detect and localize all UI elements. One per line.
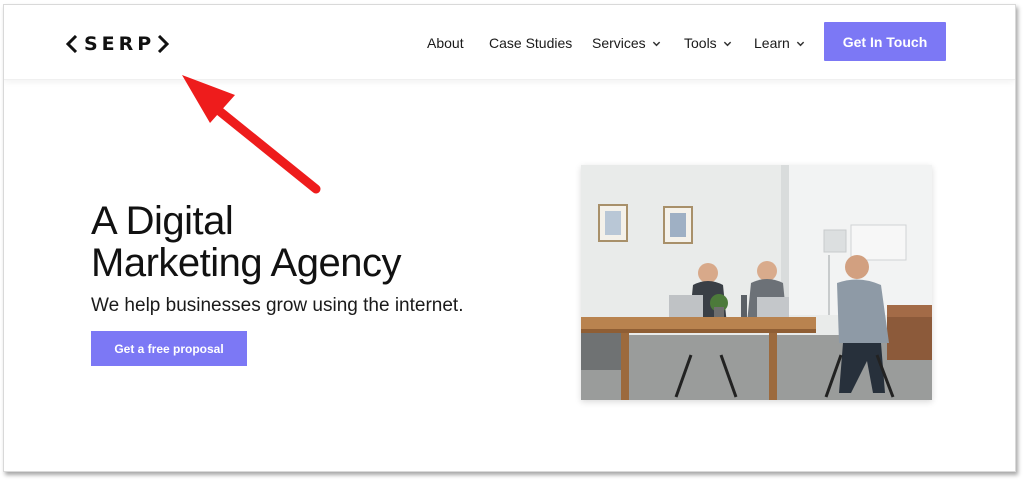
nav-item-label: Services <box>592 35 646 51</box>
browser-viewport: SERP About Case Studies Services Tools L… <box>3 4 1016 472</box>
hero-title-line2: Marketing Agency <box>91 241 401 285</box>
chevron-down-icon <box>652 41 660 46</box>
nav-item-label: Learn <box>754 35 790 51</box>
hero-subtitle: We help businesses grow using the intern… <box>91 295 464 316</box>
free-proposal-button[interactable]: Get a free proposal <box>91 331 247 366</box>
nav-item-learn[interactable]: Learn <box>754 32 805 54</box>
nav-item-tools[interactable]: Tools <box>684 32 732 54</box>
nav-item-case-studies[interactable]: Case Studies <box>489 32 572 54</box>
get-in-touch-button[interactable]: Get In Touch <box>824 22 946 61</box>
nav-item-label: Tools <box>684 35 717 51</box>
nav-item-about[interactable]: About <box>427 32 464 54</box>
site-header: SERP About Case Studies Services Tools L… <box>4 5 1015 80</box>
hero-title-line1: A Digital <box>91 199 234 243</box>
nav-item-label: Case Studies <box>489 35 573 51</box>
office-meeting-photo <box>581 165 932 400</box>
hero-title: A Digital Marketing Agency <box>91 200 531 284</box>
chevron-down-icon <box>723 41 731 46</box>
nav-item-services[interactable]: Services <box>592 32 661 54</box>
chevron-down-icon <box>796 41 804 46</box>
nav-item-label: About <box>427 35 464 51</box>
hero-photo-office-meeting <box>581 165 932 400</box>
